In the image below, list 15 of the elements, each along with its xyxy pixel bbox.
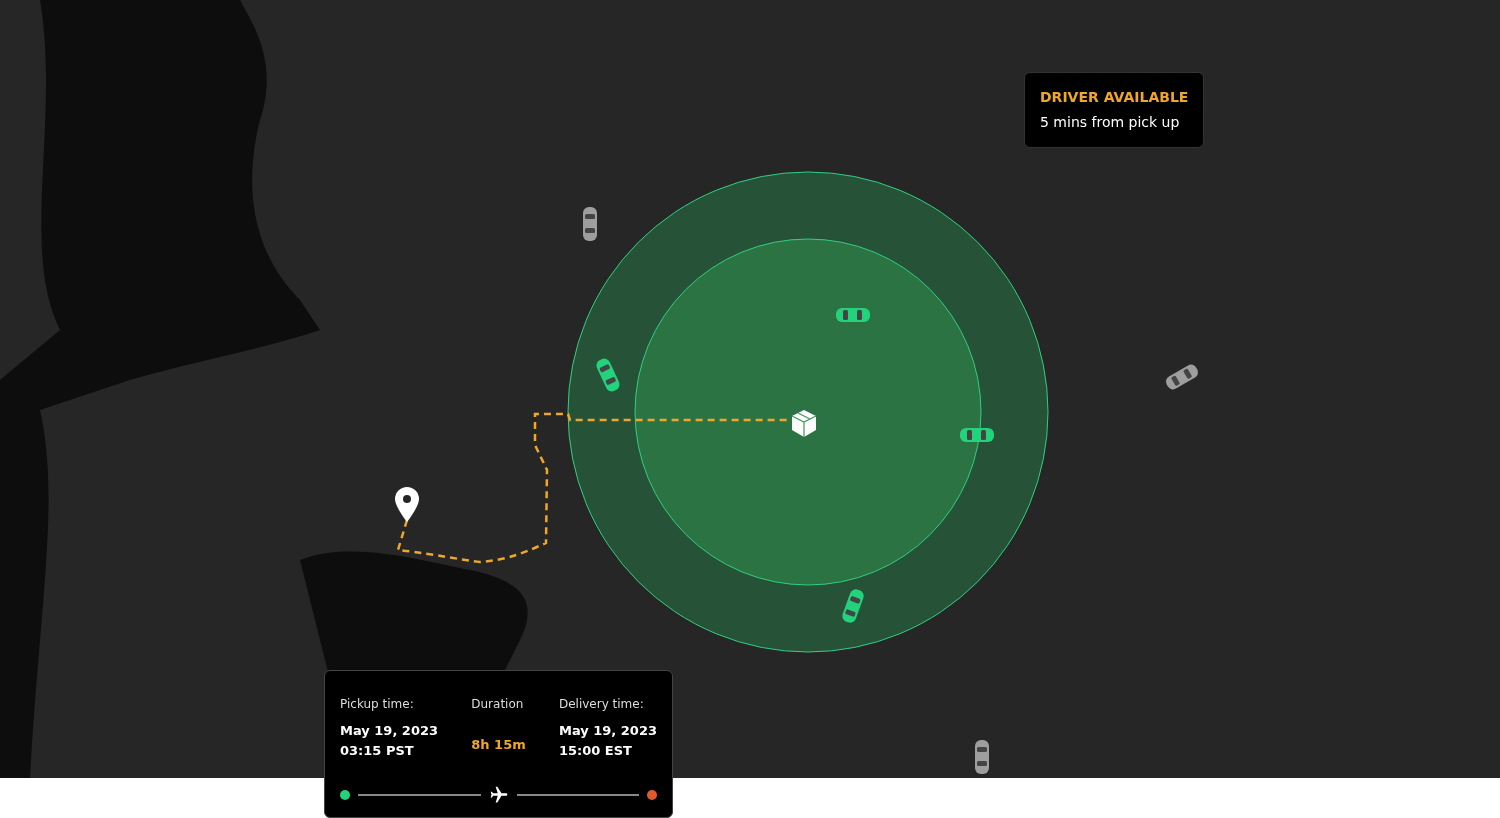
pickup-label: Pickup time: (340, 696, 415, 713)
location-pin-icon (395, 487, 419, 522)
driver-status-title: DRIVER AVAILABLE (1040, 88, 1189, 107)
delivery-date: May 19, 2023 (558, 722, 657, 740)
airplane-icon (488, 785, 509, 805)
package-icon (791, 410, 817, 438)
start-dot (340, 790, 350, 800)
pickup-time: 03:15 PST (340, 742, 415, 760)
driver-eta-text: 5 mins from pick up (1040, 113, 1181, 132)
end-dot (647, 790, 657, 800)
pickup-date: May 19, 2023 (340, 722, 439, 740)
delivery-time: 15:00 EST (558, 742, 633, 760)
delivery-label: Delivery time: (558, 696, 645, 713)
duration-value: 8h 15m (471, 736, 526, 754)
duration-label: Duration (471, 696, 525, 713)
